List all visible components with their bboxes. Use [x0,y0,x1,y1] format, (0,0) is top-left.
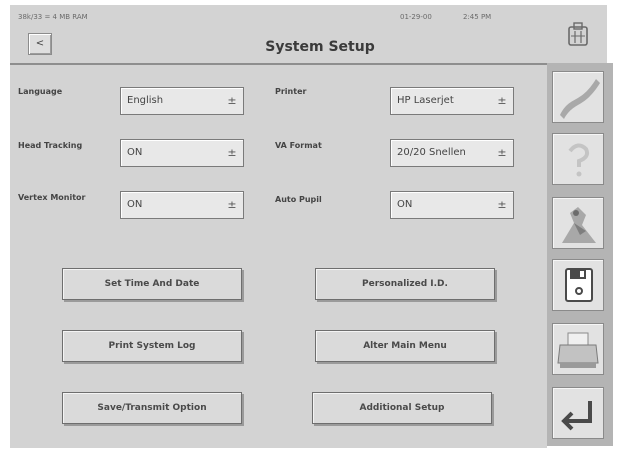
return-arrow-icon [561,401,592,431]
printer-dropdown[interactable]: HP Laserjet ± [390,87,514,115]
dropdown-arrow-icon: ± [497,198,507,211]
memory-status: 38k/33 = 4 MB RAM [18,13,88,21]
dropdown-arrow-icon: ± [227,198,237,211]
auto-pupil-value: ON [397,199,413,210]
vertex-monitor-value: ON [127,199,143,210]
va-format-value: 20/20 Snellen [397,147,466,158]
device-setup-icon[interactable] [565,21,591,49]
floppy-disk-icon [565,268,593,302]
print-system-log-button[interactable]: Print System Log [62,330,242,362]
right-toolbar [547,63,613,446]
additional-setup-button[interactable]: Additional Setup [312,392,492,424]
header-bar: 38k/33 = 4 MB RAM 01-29-00 2:45 PM < Sys… [10,5,607,63]
dropdown-arrow-icon: ± [227,94,237,107]
print-button[interactable] [552,323,604,375]
save-transmit-option-button[interactable]: Save/Transmit Option [62,392,242,424]
diagnostic-head-icon [562,207,596,243]
save-disk-button[interactable] [552,259,604,311]
auto-pupil-dropdown[interactable]: ON ± [390,191,514,219]
dropdown-arrow-icon: ± [497,94,507,107]
page-title: System Setup [265,39,375,55]
dropdown-arrow-icon: ± [227,146,237,159]
printer-value: HP Laserjet [397,95,454,106]
return-button[interactable] [552,387,604,439]
va-format-label: VA Format [275,141,322,150]
dropdown-arrow-icon: ± [497,146,507,159]
set-time-and-date-button[interactable]: Set Time And Date [62,268,242,300]
language-label: Language [18,87,63,96]
printer-label: Printer [275,87,307,96]
vertex-monitor-dropdown[interactable]: ON ± [120,191,244,219]
date-display: 01-29-00 [400,13,432,21]
head-tracking-dropdown[interactable]: ON ± [120,139,244,167]
vertex-monitor-label: Vertex Monitor [18,193,86,202]
language-value: English [127,95,164,106]
time-display: 2:45 PM [463,13,492,21]
head-tracking-label: Head Tracking [18,141,83,150]
alter-main-menu-button[interactable]: Alter Main Menu [315,330,495,362]
language-dropdown[interactable]: English ± [120,87,244,115]
system-setup-screen: 38k/33 = 4 MB RAM 01-29-00 2:45 PM < Sys… [0,0,618,451]
curve-graph-icon [560,79,600,119]
curve-graph-button[interactable] [552,71,604,123]
head-tracking-value: ON [127,147,143,158]
help-button[interactable] [552,133,604,185]
auto-pupil-label: Auto Pupil [275,195,322,204]
settings-panel: Language English ± Printer HP Laserjet ±… [10,63,547,448]
printer-icon [557,332,599,368]
help-question-icon [568,143,590,177]
diagnostic-button[interactable] [552,197,604,249]
personalized-id-button[interactable]: Personalized I.D. [315,268,495,300]
back-button[interactable]: < [28,33,52,55]
va-format-dropdown[interactable]: 20/20 Snellen ± [390,139,514,167]
